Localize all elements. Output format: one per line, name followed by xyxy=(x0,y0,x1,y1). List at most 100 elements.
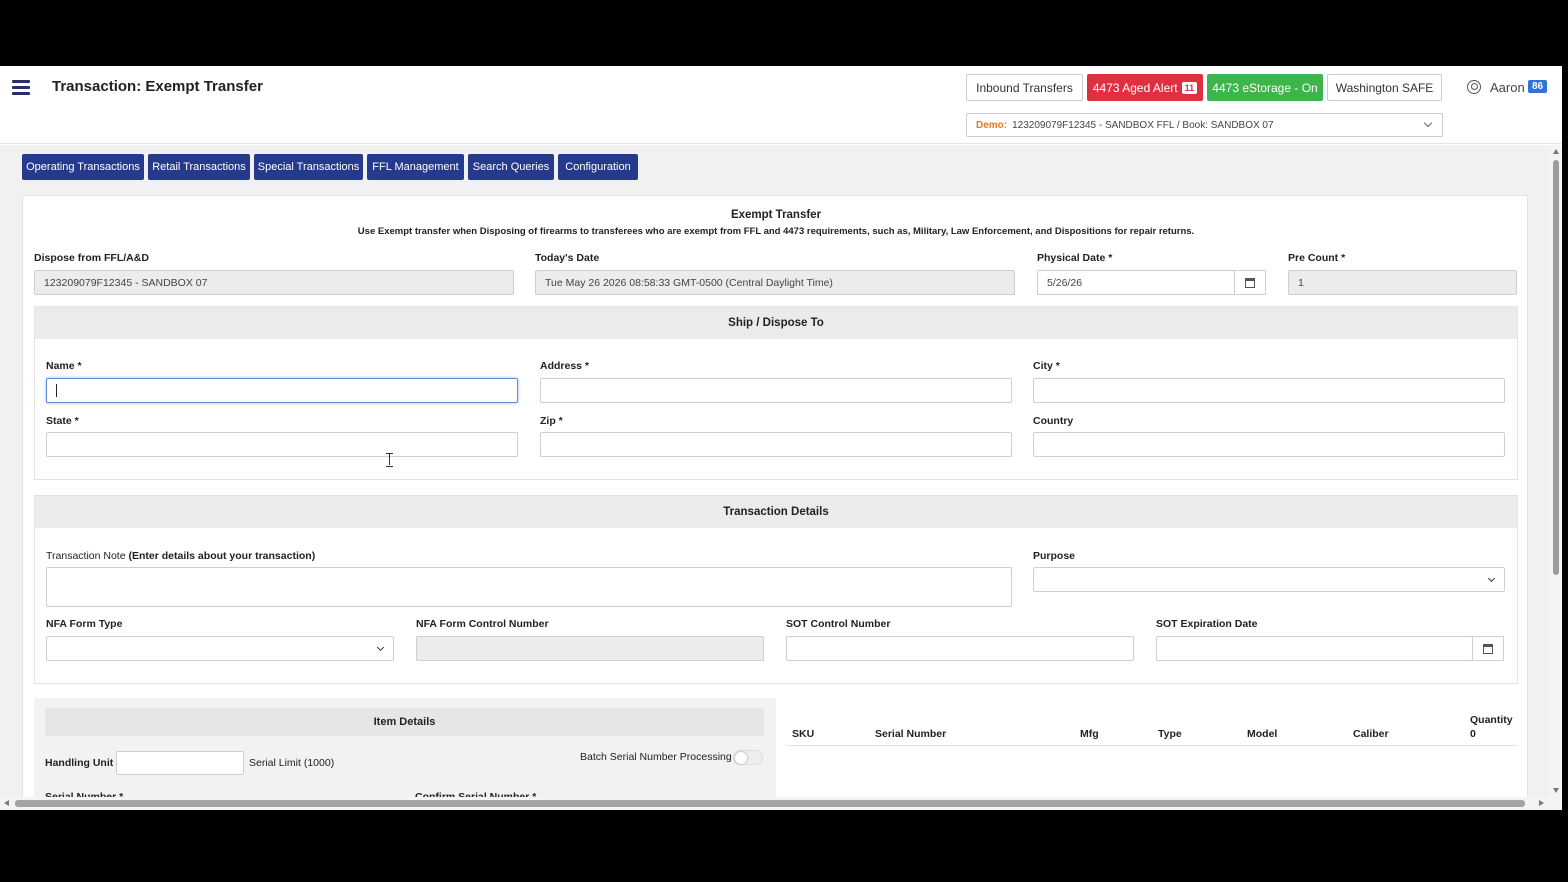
app-window: Transaction: Exempt Transfer Inbound Tra… xyxy=(0,66,1562,810)
todays-date-value: Tue May 26 2026 08:58:33 GMT-0500 (Centr… xyxy=(545,276,833,289)
transaction-note-label: Transaction Note (Enter details about yo… xyxy=(46,550,315,562)
chevron-down-icon xyxy=(376,643,385,652)
column-sku: SKU xyxy=(792,728,815,740)
sot-control-number-input[interactable] xyxy=(786,636,1134,661)
inbound-transfers-button[interactable]: Inbound Transfers xyxy=(966,74,1083,101)
transaction-details-header: Transaction Details xyxy=(35,496,1517,528)
form-title: Exempt Transfer xyxy=(730,209,822,221)
address-label: Address * xyxy=(540,360,590,372)
estorage-button[interactable]: 4473 eStorage - On xyxy=(1207,74,1323,101)
transaction-note-hint: (Enter details about your transaction) xyxy=(128,550,316,562)
demo-label: Demo: xyxy=(976,119,1008,131)
vertical-scrollbar-thumb[interactable] xyxy=(1553,160,1559,575)
tab-search-queries[interactable]: Search Queries xyxy=(468,154,554,180)
tab-ffl-management[interactable]: FFL Management xyxy=(367,154,464,180)
calendar-icon xyxy=(1483,643,1493,654)
vertical-scrollbar[interactable] xyxy=(1550,145,1562,797)
main-content: Operating Transactions Retail Transactio… xyxy=(0,145,1550,810)
column-mfg: Mfg xyxy=(1080,728,1099,740)
item-details-header: Item Details xyxy=(45,708,764,736)
text-caret xyxy=(56,384,57,397)
aged-alert-button[interactable]: 4473 Aged Alert 11 xyxy=(1087,74,1203,101)
transaction-details-section: Transaction Details Transaction Note (En… xyxy=(34,495,1518,684)
physical-date-field[interactable]: 5/26/26 xyxy=(1037,270,1235,295)
page-title: Transaction: Exempt Transfer xyxy=(52,78,263,95)
transaction-note-textarea[interactable] xyxy=(46,567,1012,607)
dispose-from-label: Dispose from FFL/A&D xyxy=(34,252,149,264)
state-label: State * xyxy=(46,415,79,427)
washington-safe-button[interactable]: Washington SAFE xyxy=(1327,74,1442,101)
quantity-label: Quantity xyxy=(1470,714,1513,726)
book-selector[interactable]: Demo: 123209079F12345 - SANDBOX FFL / Bo… xyxy=(966,113,1443,137)
city-input[interactable] xyxy=(1033,378,1505,403)
book-selector-value: 123209079F12345 - SANDBOX FFL / Book: SA… xyxy=(1012,119,1274,131)
pre-count-label: Pre Count * xyxy=(1288,252,1346,264)
horizontal-scrollbar[interactable] xyxy=(0,797,1562,810)
top-header: Transaction: Exempt Transfer Inbound Tra… xyxy=(0,66,1562,144)
nfa-form-type-label: NFA Form Type xyxy=(46,618,123,630)
tab-retail-transactions[interactable]: Retail Transactions xyxy=(148,154,250,180)
name-input[interactable] xyxy=(46,378,518,403)
dispose-from-field: 123209079F12345 - SANDBOX 07 xyxy=(34,270,514,295)
ship-dispose-section: Ship / Dispose To Name * Address * City … xyxy=(34,306,1518,480)
scroll-right-arrow-icon[interactable] xyxy=(1539,800,1544,806)
horizontal-scrollbar-thumb[interactable] xyxy=(15,800,1525,807)
tab-operating-transactions[interactable]: Operating Transactions xyxy=(22,154,144,180)
physical-date-value: 5/26/26 xyxy=(1047,276,1083,289)
sot-control-number-label: SOT Control Number xyxy=(786,618,891,630)
pre-count-value: 1 xyxy=(1298,276,1304,289)
batch-serial-toggle[interactable] xyxy=(733,750,763,765)
calendar-icon xyxy=(1245,277,1255,288)
hamburger-menu-icon[interactable] xyxy=(12,80,30,95)
column-type: Type xyxy=(1158,728,1182,740)
address-input[interactable] xyxy=(540,378,1012,403)
tab-configuration[interactable]: Configuration xyxy=(558,154,638,180)
handling-unit-label: Handling Unit xyxy=(45,757,114,769)
state-input[interactable] xyxy=(46,432,518,457)
purpose-select[interactable] xyxy=(1033,567,1505,592)
handling-unit-input[interactable] xyxy=(116,751,244,775)
chevron-down-icon xyxy=(1423,118,1433,128)
pre-count-field: 1 xyxy=(1288,270,1517,295)
zip-label: Zip * xyxy=(540,415,563,427)
batch-serial-label: Batch Serial Number Processing xyxy=(580,751,732,763)
physical-date-calendar-button[interactable] xyxy=(1234,270,1266,295)
todays-date-field: Tue May 26 2026 08:58:33 GMT-0500 (Centr… xyxy=(535,270,1015,295)
item-details-section: Item Details Handling Unit Serial Limit … xyxy=(34,698,776,810)
mouse-text-cursor xyxy=(386,453,393,467)
user-badge: 86 xyxy=(1528,80,1548,93)
zip-input[interactable] xyxy=(540,432,1012,457)
sot-expiration-input[interactable] xyxy=(1156,636,1473,661)
user-name[interactable]: Aaron xyxy=(1490,80,1525,95)
exempt-transfer-panel: Exempt Transfer Use Exempt transfer when… xyxy=(22,195,1528,810)
table-header-divider xyxy=(786,745,1517,746)
purpose-label: Purpose xyxy=(1033,550,1076,562)
dispose-from-value: 123209079F12345 - SANDBOX 07 xyxy=(44,276,208,289)
nfa-control-number-field xyxy=(416,636,764,661)
column-model: Model xyxy=(1247,728,1278,740)
form-description: Use Exempt transfer when Disposing of fi… xyxy=(357,226,1195,237)
user-icon[interactable] xyxy=(1467,80,1481,94)
aged-alert-label: 4473 Aged Alert xyxy=(1092,80,1178,95)
column-caliber: Caliber xyxy=(1353,728,1389,740)
ship-dispose-header: Ship / Dispose To xyxy=(35,307,1517,339)
sot-expiration-calendar-button[interactable] xyxy=(1472,636,1504,661)
transaction-note-label-text: Transaction Note xyxy=(46,550,126,562)
scroll-up-arrow-icon[interactable] xyxy=(1553,149,1559,154)
tab-special-transactions[interactable]: Special Transactions xyxy=(254,154,363,180)
chevron-down-icon xyxy=(1487,574,1496,583)
sot-expiration-label: SOT Expiration Date xyxy=(1156,618,1258,630)
serial-limit-text: Serial Limit (1000) xyxy=(249,757,335,769)
country-input[interactable] xyxy=(1033,432,1505,457)
scroll-down-arrow-icon[interactable] xyxy=(1553,788,1559,793)
column-serial-number: Serial Number xyxy=(875,728,947,740)
scroll-left-arrow-icon[interactable] xyxy=(4,800,9,806)
nfa-form-type-select[interactable] xyxy=(46,636,394,661)
aged-alert-count-badge: 11 xyxy=(1181,81,1198,94)
quantity-value: 0 xyxy=(1470,728,1476,740)
name-label: Name * xyxy=(46,360,82,372)
physical-date-label: Physical Date * xyxy=(1037,252,1113,264)
todays-date-label: Today's Date xyxy=(535,252,600,264)
nfa-control-number-label: NFA Form Control Number xyxy=(416,618,549,630)
country-label: Country xyxy=(1033,415,1074,427)
